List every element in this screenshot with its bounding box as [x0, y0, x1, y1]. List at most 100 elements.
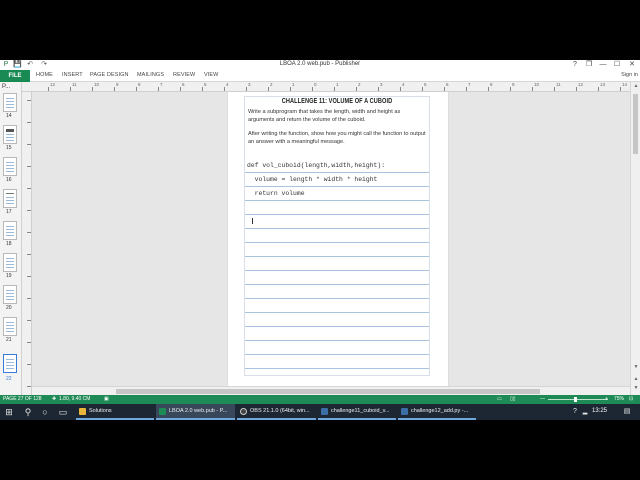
code-line[interactable]: [245, 257, 429, 271]
page-number-20: 20: [6, 305, 12, 311]
code-line[interactable]: return volume: [245, 187, 429, 201]
ruler-tick: [27, 320, 31, 321]
minimize-button[interactable]: —: [596, 60, 610, 70]
ruler-label: 5: [424, 82, 427, 87]
system-clock[interactable]: 13:25: [592, 408, 607, 414]
page-thumbnail-14[interactable]: [3, 93, 17, 112]
code-line[interactable]: [245, 285, 429, 299]
code-line-text: return volume: [247, 190, 305, 197]
ruler-tick: [27, 122, 31, 123]
page-thumbnail-18[interactable]: [3, 221, 17, 240]
ruler-label: 4: [402, 82, 405, 87]
ruler-label: 11: [556, 82, 561, 87]
tab-page-design[interactable]: PAGE DESIGN: [90, 72, 129, 78]
ruler-tick: [488, 87, 489, 91]
code-line[interactable]: volume = length * width * height: [245, 173, 429, 187]
python-file-icon: [321, 408, 328, 415]
code-line[interactable]: [245, 313, 429, 327]
zoom-level[interactable]: 75%: [614, 396, 624, 402]
ruler-tick: [180, 87, 181, 91]
taskbar-app-challenge12[interactable]: challenge12_add.py -...: [398, 404, 476, 420]
help-button[interactable]: ?: [568, 60, 582, 70]
page-thumbnail-16[interactable]: [3, 157, 17, 176]
tab-home[interactable]: HOME: [36, 72, 53, 78]
ruler-tick: [268, 87, 269, 91]
previous-page-icon[interactable]: ▲: [631, 375, 640, 383]
page-thumbnail-17[interactable]: [3, 189, 17, 208]
object-size-icon: ▣: [104, 396, 109, 402]
page-thumbnail-19[interactable]: [3, 253, 17, 272]
code-line[interactable]: [245, 201, 429, 215]
ruler-label: 9: [116, 82, 119, 87]
ruler-label: 12: [578, 82, 584, 87]
ruler-label: 4: [226, 82, 229, 87]
page-thumbnail-15[interactable]: [3, 125, 17, 144]
taskbar-app-challenge11[interactable]: challenge11_cuboid_v...: [318, 404, 396, 420]
horizontal-scrollbar[interactable]: [32, 386, 630, 395]
vertical-scroll-thumb[interactable]: [633, 94, 638, 154]
code-line[interactable]: [245, 299, 429, 313]
tab-insert[interactable]: INSERT: [62, 72, 83, 78]
tab-mailings[interactable]: MAILINGS: [137, 72, 164, 78]
help-tray-icon[interactable]: ?: [570, 407, 580, 417]
windows-taskbar: ⊞ ⚲ ○ ▭ Solutions LBOA 2.0 web.pub - P..…: [0, 404, 640, 420]
scroll-down-icon[interactable]: ▼: [631, 363, 640, 371]
page-count-status[interactable]: PAGE 27 OF 128: [3, 396, 42, 402]
ruler-tick: [620, 87, 621, 91]
code-line[interactable]: [245, 271, 429, 285]
maximize-button[interactable]: ☐: [610, 60, 624, 70]
ruler-tick: [136, 87, 137, 91]
code-line[interactable]: [245, 327, 429, 341]
horizontal-ruler: 12 11 10 9 8 7 6 5 4 3 2 1 0 1 2 3 4 5 6 7 8 9 10 11 12 13 14: [22, 82, 630, 92]
close-button[interactable]: ✕: [625, 60, 639, 70]
code-line[interactable]: [245, 215, 429, 229]
folder-icon: [79, 408, 86, 415]
status-bar: PAGE 27 OF 128 ✚ 1.80, 9.40 CM ▣ ▭ ▯▯ — …: [0, 395, 640, 404]
zoom-slider[interactable]: [548, 399, 608, 400]
zoom-in-icon[interactable]: +: [605, 396, 608, 402]
horizontal-scroll-thumb[interactable]: [116, 389, 540, 394]
document-page[interactable]: CHALLENGE 11: VOLUME OF A CUBOID Write a…: [228, 92, 448, 386]
vertical-scrollbar[interactable]: ▲ ▼ ▲ ▼: [630, 82, 640, 395]
zoom-slider-handle[interactable]: [574, 397, 577, 402]
task-view-icon[interactable]: ▭: [58, 407, 68, 417]
restore-ribbon-button[interactable]: ❐: [582, 60, 596, 70]
scroll-up-icon[interactable]: ▲: [631, 82, 640, 90]
challenge-text-box[interactable]: CHALLENGE 11: VOLUME OF A CUBOID Write a…: [244, 96, 430, 376]
title-bar: P 💾 ↶ ↷ LBOA 2.0 web.pub - Publisher ? ❐…: [0, 60, 640, 70]
sign-in-link[interactable]: Sign in: [621, 72, 638, 78]
ruler-label: 6: [182, 82, 185, 87]
code-line[interactable]: def vol_cuboid(length,width,height):: [245, 159, 429, 173]
ruler-tick: [532, 87, 533, 91]
fit-page-icon[interactable]: ⊡: [629, 396, 633, 402]
page-thumbnail-20[interactable]: [3, 285, 17, 304]
cortana-icon[interactable]: ○: [40, 407, 50, 417]
ruler-tick: [158, 87, 159, 91]
instructions-paragraph-1: Write a subprogram that takes the length…: [248, 109, 401, 123]
tab-file[interactable]: FILE: [0, 70, 30, 82]
two-page-view-icon[interactable]: ▯▯: [510, 396, 516, 402]
zoom-out-icon[interactable]: —: [540, 396, 545, 402]
ruler-tick: [70, 87, 71, 91]
code-line[interactable]: [245, 341, 429, 355]
code-line[interactable]: [245, 243, 429, 257]
network-icon[interactable]: ▂: [580, 407, 590, 417]
ruler-label: 3: [248, 82, 251, 87]
windows-start-icon[interactable]: ⊞: [4, 407, 14, 417]
ruler-tick: [378, 87, 379, 91]
page-thumbnail-22[interactable]: [3, 354, 17, 373]
notifications-icon[interactable]: ▤: [622, 407, 632, 417]
tab-view[interactable]: VIEW: [204, 72, 218, 78]
taskbar-app-obs[interactable]: OBS 21.1.0 (64bit, win...: [237, 404, 316, 420]
taskbar-app-publisher[interactable]: LBOA 2.0 web.pub - P...: [156, 404, 235, 420]
code-line[interactable]: [245, 355, 429, 369]
next-page-icon[interactable]: ▼: [631, 384, 640, 392]
taskbar-app-solutions[interactable]: Solutions: [76, 404, 154, 420]
ruler-tick: [27, 100, 31, 101]
code-line[interactable]: [245, 229, 429, 243]
page-thumbnail-21[interactable]: [3, 317, 17, 336]
code-answer-area[interactable]: def vol_cuboid(length,width,height): vol…: [245, 159, 429, 375]
single-page-view-icon[interactable]: ▭: [497, 396, 502, 402]
tab-review[interactable]: REVIEW: [173, 72, 195, 78]
search-icon[interactable]: ⚲: [23, 407, 33, 417]
